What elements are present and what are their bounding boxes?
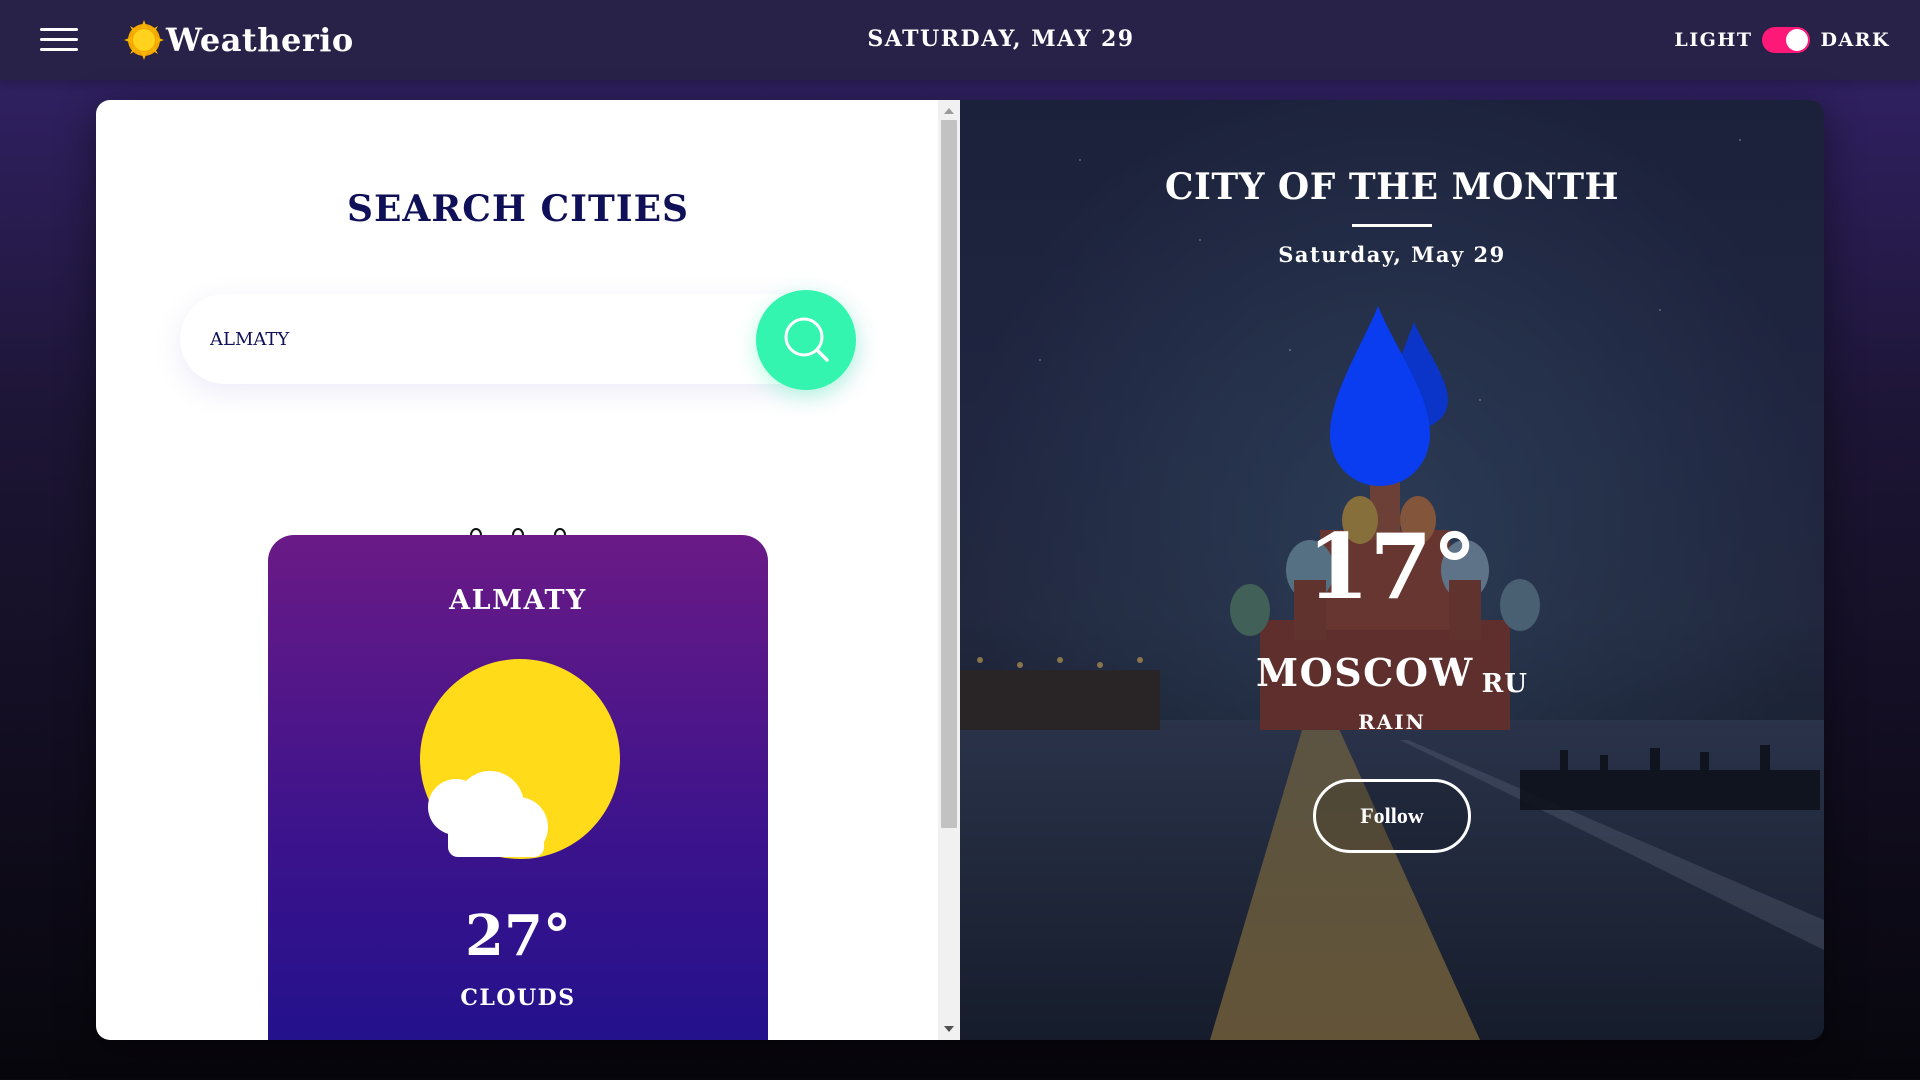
- city-of-month-location: MOSCOW RU: [960, 650, 1824, 699]
- rain-drops-icon: [1328, 306, 1458, 490]
- sun-behind-cloud-icon: [418, 657, 622, 861]
- scrollbar[interactable]: [938, 100, 960, 1040]
- city-weather-card[interactable]: ALMATY 27° CLOUDS: [268, 535, 768, 1040]
- theme-dark-label: DARK: [1820, 29, 1890, 51]
- search-icon: [784, 317, 829, 362]
- search-bar: [180, 294, 856, 384]
- city-of-month-condition: RAIN: [1358, 710, 1426, 734]
- scrollbar-thumb[interactable]: [941, 120, 957, 828]
- header-date: SATURDAY, MAY 29: [867, 26, 1135, 52]
- city-card-condition: CLOUDS: [460, 985, 576, 1011]
- theme-light-label: LIGHT: [1674, 29, 1753, 51]
- city-card-temperature: 27°: [465, 903, 571, 969]
- search-input[interactable]: [210, 320, 730, 358]
- search-title: SEARCH CITIES: [346, 188, 690, 230]
- theme-switch[interactable]: [1762, 27, 1811, 53]
- city-of-month-title: CITY OF THE MONTH: [1164, 166, 1620, 208]
- city-of-month-country: RU: [1481, 669, 1528, 699]
- city-of-month-city: MOSCOW: [1256, 650, 1474, 695]
- city-card-name: ALMATY: [449, 585, 587, 616]
- theme-toggle: LIGHT DARK: [1674, 26, 1890, 54]
- scroll-down-arrow-icon[interactable]: [944, 1026, 954, 1032]
- scroll-up-arrow-icon[interactable]: [944, 108, 954, 114]
- follow-button[interactable]: Follow: [1313, 779, 1471, 853]
- theme-switch-knob: [1786, 29, 1809, 51]
- city-of-month-date: Saturday, May 29: [1278, 242, 1506, 267]
- city-of-month-panel: CITY OF THE MONTH Saturday, May 29 17° M…: [960, 100, 1824, 1040]
- main-card: SEARCH CITIES ALMATY ALMATY 27° CLOUDS C…: [96, 100, 1824, 1040]
- search-panel: SEARCH CITIES ALMATY ALMATY 27° CLOUDS: [96, 100, 960, 1040]
- city-of-month-temperature: 17°: [1306, 514, 1478, 620]
- top-navbar: Weatherio SATURDAY, MAY 29 LIGHT DARK: [0, 0, 1920, 80]
- search-button[interactable]: [756, 290, 856, 390]
- title-underline: [1352, 224, 1432, 227]
